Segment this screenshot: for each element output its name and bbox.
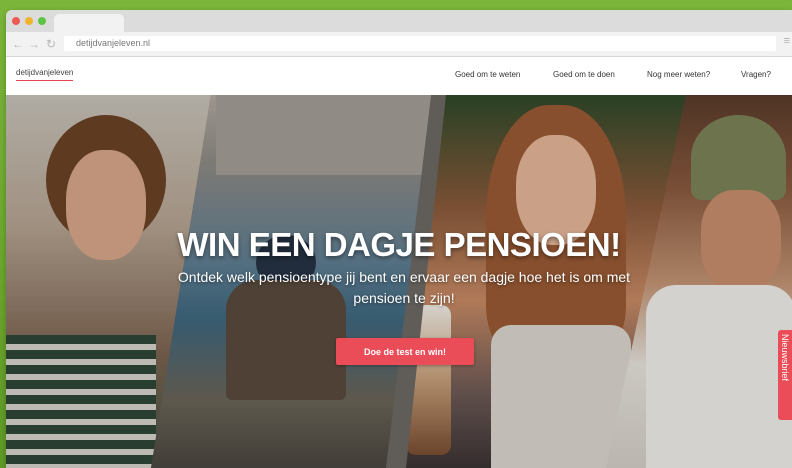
nav-vragen[interactable]: Vragen? <box>741 70 771 80</box>
newsletter-side-tab[interactable]: Nieuwsbrief <box>778 330 792 420</box>
hamburger-menu-icon[interactable]: ≡ <box>784 35 790 47</box>
arrow-right-icon[interactable]: → <box>28 36 40 52</box>
nav-nog-meer-weten[interactable]: Nog meer weten? <box>647 70 710 80</box>
browser-tab[interactable] <box>54 14 124 32</box>
hero-subtitle: Ontdek welk pensioentype jij bent en erv… <box>177 269 631 306</box>
hero-banner: WIN EEN DAGJE PENSIOEN! Ontdek welk pens… <box>6 95 792 468</box>
hero-title: WIN EEN DAGJE PENSIOEN! <box>177 226 621 263</box>
reload-icon[interactable]: ↻ <box>46 36 56 52</box>
close-window-button[interactable] <box>12 17 20 25</box>
browser-window: ← → ↻ detijdvanjeleven.nl ≡ detijdvanjel… <box>6 10 792 468</box>
site-header: detijdvanjeleven Goed om te weten Goed o… <box>6 57 792 95</box>
site-logo[interactable]: detijdvanjeleven <box>16 68 74 81</box>
browser-titlebar <box>6 10 792 32</box>
nav-goed-om-te-weten[interactable]: Goed om te weten <box>455 70 520 80</box>
minimize-window-button[interactable] <box>25 17 33 25</box>
address-bar[interactable]: detijdvanjeleven.nl <box>64 36 776 51</box>
maximize-window-button[interactable] <box>38 17 46 25</box>
browser-toolbar: ← → ↻ detijdvanjeleven.nl ≡ <box>6 32 792 57</box>
newsletter-tab-label: Nieuwsbrief <box>780 334 790 382</box>
cta-button[interactable]: Doe de test en win! <box>336 338 474 365</box>
nav-goed-om-te-doen[interactable]: Goed om te doen <box>553 70 615 80</box>
arrow-left-icon[interactable]: ← <box>12 36 24 52</box>
url-text: detijdvanjeleven.nl <box>76 38 151 48</box>
